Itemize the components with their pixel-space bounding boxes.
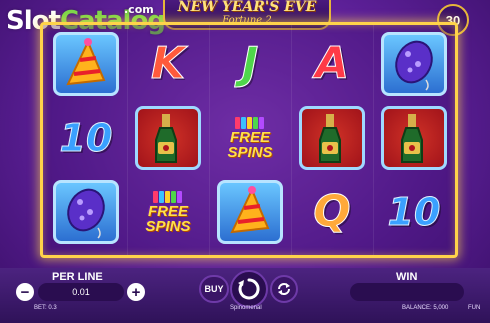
reels-frame: 10 K FREE SPINS J FREE SPINS A Q 10 (40, 22, 458, 258)
symbol-label: A (314, 38, 350, 89)
symbol-10: 10 (377, 177, 451, 247)
spins-label: SPINS (227, 143, 273, 161)
game-title: NEW YEAR'S EVE (177, 0, 317, 15)
symbol-label: 10 (387, 190, 441, 234)
party-hat-tile (53, 32, 119, 96)
buy-feature-button[interactable]: BUY (199, 275, 229, 303)
free-label: FREE (147, 202, 188, 220)
win-amount-field (350, 283, 464, 301)
symbol-J: J (213, 29, 287, 99)
spin-icon (238, 278, 260, 300)
balloon-tile (381, 32, 447, 96)
fireworks-icon (153, 190, 183, 203)
party-hat-icon (230, 186, 270, 234)
free-label: FREE (229, 128, 270, 146)
champagne-tile (381, 106, 447, 170)
balloon-icon (395, 40, 433, 91)
balloon-icon (67, 188, 105, 239)
reel-separator (127, 25, 128, 255)
decrease-bet-button[interactable]: − (16, 283, 34, 301)
balance-status: BALANCE: 5,000 (402, 305, 449, 311)
free-spins-scatter: FREE SPINS (227, 116, 273, 161)
symbol-label: Q (313, 186, 351, 237)
symbol-label: K (150, 38, 186, 89)
symbol-free-spins: FREE SPINS (213, 103, 287, 173)
champagne-tile (135, 106, 201, 170)
symbol-champagne (377, 103, 451, 173)
symbol-champagne (295, 103, 369, 173)
symbol-champagne (131, 103, 205, 173)
symbol-label: J (241, 38, 259, 89)
reel-separator (291, 25, 292, 255)
symbol-balloon (49, 177, 123, 247)
champagne-icon (319, 114, 341, 163)
fireworks-icon (235, 116, 265, 129)
reel-separator (209, 25, 210, 255)
per-line-label: PER LINE (52, 271, 103, 283)
champagne-icon (155, 114, 177, 163)
symbol-balloon (377, 29, 451, 99)
mode-status: FUN (468, 305, 481, 311)
spins-label: SPINS (145, 217, 191, 235)
symbol-label: 10 (59, 116, 113, 160)
party-hat-tile (217, 180, 283, 244)
reel-separator (373, 25, 374, 255)
symbol-A: A (295, 29, 369, 99)
symbol-free-spins: FREE SPINS (131, 177, 205, 247)
win-label: WIN (396, 271, 418, 283)
spin-button[interactable] (230, 270, 268, 308)
free-spins-scatter: FREE SPINS (145, 190, 191, 235)
symbol-K: K (131, 29, 205, 99)
bet-status: BET: 0.3 (34, 305, 57, 311)
autoplay-button[interactable] (270, 275, 298, 303)
bet-per-line-value: 0.01 (38, 283, 124, 301)
champagne-tile (299, 106, 365, 170)
balloon-tile (53, 180, 119, 244)
champagne-icon (401, 114, 423, 163)
provider-name: Spinomenal (230, 305, 262, 311)
symbol-Q: Q (295, 177, 369, 247)
increase-bet-button[interactable]: + (127, 283, 145, 301)
party-hat-icon (66, 38, 106, 86)
symbol-party-hat (213, 177, 287, 247)
autoplay-icon (278, 283, 290, 295)
symbol-party-hat (49, 29, 123, 99)
symbol-10: 10 (49, 103, 123, 173)
